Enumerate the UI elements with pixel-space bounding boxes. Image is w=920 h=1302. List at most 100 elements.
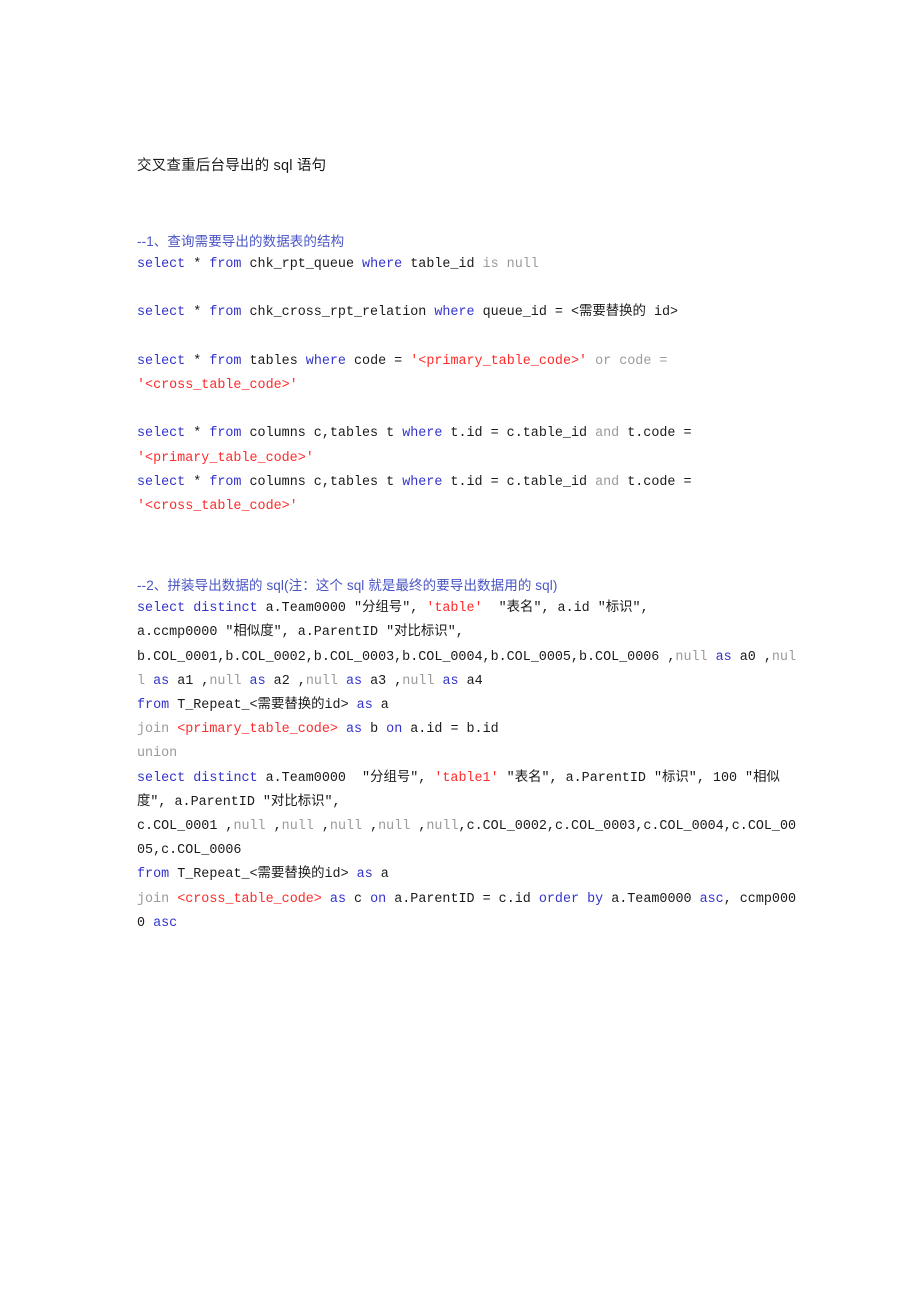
sql-keyword: select	[137, 474, 186, 490]
section-1-heading: --1、查询需要导出的数据表的结构	[137, 234, 345, 249]
sql-condition: a.ParentID = c.id	[386, 891, 539, 907]
sql-alias: c	[345, 891, 371, 907]
code-line-5-cont: '<cross_table_code>'	[137, 495, 797, 519]
sql-keyword: where	[402, 426, 443, 442]
sql-keyword: as	[145, 673, 178, 689]
sql-keyword: where	[402, 474, 443, 490]
code-line-3-cont: '<cross_table_code>'	[137, 374, 797, 398]
sql-table: tables	[241, 353, 306, 369]
sql-keyword-secondary: and	[595, 474, 620, 490]
sql-keyword: as	[337, 673, 371, 689]
sql-star: *	[185, 257, 210, 272]
page-title: 交叉查重后台导出的 sql 语句	[137, 158, 327, 174]
sql-keyword: from	[137, 698, 170, 713]
document-page: 交叉查重后台导出的 sql 语句 --1、查询需要导出的数据表的结构 selec…	[0, 0, 920, 1302]
sql-string-literal: '<primary_table_code>'	[137, 450, 314, 466]
sql-keyword-secondary: union	[137, 746, 178, 762]
sql-string-literal: '<primary_table_code>'	[410, 353, 588, 369]
sql-string-literal: 'table1'	[434, 770, 499, 786]
sql-keyword: as	[434, 673, 467, 689]
code-line-15: join <cross_table_code> as c on a.Parent…	[137, 888, 797, 936]
sql-select-list: a.Team0000 "分组号",	[257, 770, 435, 786]
sql-sep: ,	[265, 819, 282, 835]
sql-keyword: from	[209, 474, 242, 490]
sql-keyword-secondary: null	[209, 673, 242, 689]
code-line-10: join <primary_table_code> as b on a.id =…	[137, 718, 797, 742]
code-line-7: a.ccmp0000 "相似度", a.ParentID "对比标识",	[137, 621, 797, 645]
sql-keyword: where	[362, 257, 403, 272]
sql-string-literal: 'table'	[426, 601, 483, 617]
sql-placeholder: <cross_table_code>	[177, 891, 322, 907]
sql-keyword: on	[370, 891, 387, 907]
sql-space	[338, 722, 346, 737]
sql-column: table_id	[402, 257, 483, 272]
sql-column: code =	[345, 353, 411, 369]
sql-alias: a0 ,	[739, 649, 772, 665]
sql-table: T_Repeat_<需要替换的id>	[169, 867, 357, 883]
sql-string-literal: '<cross_table_code>'	[137, 377, 298, 393]
sql-keyword: select	[137, 257, 186, 272]
code-line-8: b.COL_0001,b.COL_0002,b.COL_0003,b.COL_0…	[137, 646, 797, 694]
sql-table: chk_cross_rpt_relation	[241, 305, 435, 321]
sql-column: code =	[619, 353, 676, 369]
sql-keyword: as	[356, 867, 373, 883]
sql-keyword-secondary: null	[305, 673, 338, 689]
code-line-11: union	[137, 742, 797, 766]
sql-condition: a.id = b.id	[402, 722, 499, 738]
sql-keyword: as	[241, 673, 274, 689]
sql-star: *	[185, 426, 210, 442]
sql-keyword: distinct	[193, 770, 258, 786]
sql-keyword-secondary: null	[675, 649, 708, 665]
sql-alias: a3 ,	[370, 673, 403, 689]
sql-star: *	[185, 305, 210, 321]
sql-select-list: a.ccmp0000 "相似度", a.ParentID "对比标识",	[137, 625, 464, 641]
sql-condition: t.code =	[619, 474, 700, 490]
sql-space	[169, 722, 177, 737]
code-line-13: c.COL_0001 ,null ,null ,null ,null ,null…	[137, 815, 797, 863]
sql-keyword: asc	[699, 891, 724, 907]
code-line-6: select distinct a.Team0000 "分组号", 'table…	[137, 597, 797, 621]
sql-keyword-secondary: join	[137, 722, 170, 738]
code-line-1: select * from chk_rpt_queue where table_…	[137, 253, 797, 277]
sql-condition: t.id = c.table_id	[442, 426, 596, 442]
sql-keyword-secondary: or	[587, 353, 620, 369]
sql-keyword-secondary: null	[378, 819, 411, 835]
sql-string-literal: '<cross_table_code>'	[137, 498, 298, 514]
sql-sep: ,	[410, 819, 427, 835]
section-2-heading: --2、拼装导出数据的 sql(注：这个 sql 就是最终的要导出数据用的 sq…	[137, 578, 558, 594]
sql-keyword: as	[356, 698, 373, 713]
sql-keyword: asc	[153, 915, 178, 931]
sql-alias: a2 ,	[273, 673, 306, 689]
sql-keyword: as	[707, 649, 740, 665]
sql-keyword: as	[345, 722, 363, 738]
sql-keyword: order by	[538, 891, 604, 907]
sql-star: *	[185, 353, 210, 369]
sql-keyword: select	[137, 426, 186, 442]
sql-keyword-secondary: null	[281, 819, 314, 835]
sql-condition: t.id = c.table_id	[442, 474, 596, 490]
sql-columns: c.COL_0001 ,	[137, 819, 234, 835]
sql-alias: a	[372, 698, 389, 713]
sql-star: *	[185, 474, 210, 490]
sql-keyword: from	[209, 257, 242, 272]
sql-keyword: where	[434, 305, 475, 321]
sql-table: chk_rpt_queue	[241, 257, 363, 272]
sql-keyword-secondary: join	[137, 891, 170, 907]
sql-column: a.Team0000	[603, 891, 700, 907]
sql-table: columns c,tables t	[241, 426, 403, 442]
code-line-4: select * from columns c,tables t where t…	[137, 422, 797, 446]
sql-keyword: as	[329, 891, 346, 907]
sql-keyword-secondary: and	[595, 426, 620, 442]
sql-column: queue_id = <需要替换的 id>	[474, 305, 679, 321]
code-line-3: select * from tables where code = '<prim…	[137, 350, 797, 374]
code-line-5: select * from columns c,tables t where t…	[137, 471, 797, 495]
sql-placeholder: <primary_table_code>	[177, 722, 338, 738]
code-line-2: select * from chk_cross_rpt_relation whe…	[137, 301, 797, 325]
sql-keyword-secondary: null	[402, 673, 435, 689]
sql-keyword-secondary: null	[426, 819, 459, 835]
sql-keyword-secondary: is null	[482, 257, 539, 272]
